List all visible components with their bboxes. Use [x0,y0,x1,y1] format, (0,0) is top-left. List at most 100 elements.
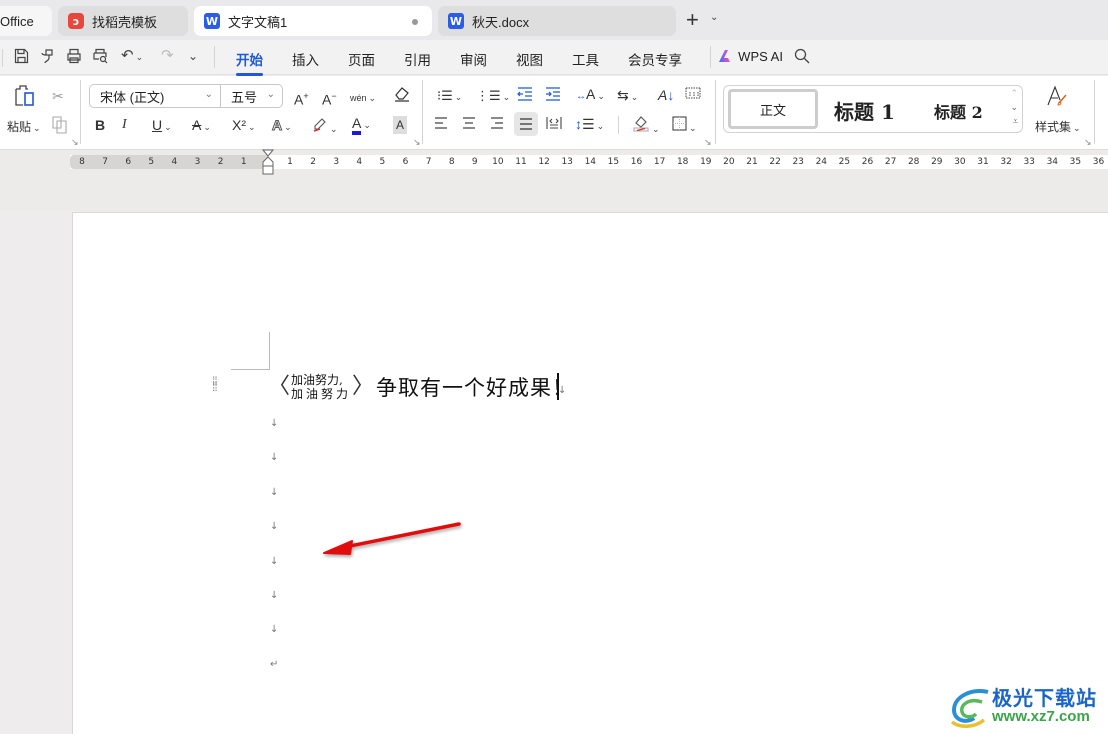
distributed-align-icon[interactable] [546,116,562,134]
copy-icon[interactable] [52,116,68,138]
style-set-icon[interactable] [1046,85,1068,111]
paragraph-mark-icon: ↓ [558,385,567,396]
phonetic-guide-button[interactable]: wén ⌄ [350,87,376,107]
increase-indent-icon[interactable] [545,86,561,106]
ruler-tick-label: 5 [379,157,386,167]
ruler-tick-label: 14 [584,157,597,167]
indent-marker-icon[interactable] [262,149,274,179]
text-direction-button[interactable]: ⇆ ⌄ [617,86,638,106]
strikethrough-button[interactable]: A ⌄ [192,116,211,136]
decrease-indent-icon[interactable] [517,86,533,106]
menu-membership[interactable]: 会员专享 [628,49,682,69]
menu-home[interactable]: 开始 [236,49,263,76]
text-effect-icon: A [271,117,283,134]
font-color-button[interactable]: A ⌄ [352,114,371,135]
clipboard-dialog-launcher-icon[interactable]: ↘ [71,137,79,148]
numbered-list-button[interactable]: ⋮☰ ⌄ [476,87,510,106]
format-painter-icon[interactable] [40,48,55,68]
print-preview-icon[interactable] [92,48,108,68]
print-icon[interactable] [66,48,82,68]
font-dialog-launcher-icon[interactable]: ↘ [413,137,421,148]
tab-label: Office [0,13,34,29]
justify-button-active[interactable] [514,112,538,136]
table-grid-icon[interactable] [685,86,701,104]
style-heading-1[interactable]: 标题 1 [834,96,895,125]
wps-writer-icon: W [204,13,220,29]
shrink-font-button[interactable]: A− [322,87,337,109]
tab-document-1[interactable]: W 文字文稿1 [194,6,432,36]
style-set-button[interactable]: 样式集 ⌄ [1035,118,1081,137]
highlight-button[interactable]: ⌄ [312,116,338,138]
style-heading-2[interactable]: 标题 2 [934,99,983,123]
font-name-value: 宋体 (正文) [100,89,165,105]
bullet-list-button[interactable]: ⁝☰ ⌄ [437,87,462,106]
menu-view[interactable]: 视图 [516,49,543,69]
page-corner-mark [231,369,270,370]
italic-button[interactable]: I [122,116,127,134]
ruler-tick-label: 28 [907,157,920,167]
styles-dialog-launcher-icon[interactable]: ↘ [1084,137,1092,148]
text-effect-button[interactable]: A ⌄ [271,116,291,136]
align-left-icon[interactable] [434,116,448,134]
styles-expand-icon[interactable]: ⩡ [1013,116,1018,127]
combined-characters[interactable]: 加油努力, 加油努力 [291,373,351,401]
tab-office[interactable]: Office [0,6,52,36]
wps-ai-button[interactable]: WPS AI [718,49,783,67]
paragraph-mark-icon: ↓ [270,624,279,636]
char-spacing-button[interactable]: ↔A ⌄ [576,85,605,106]
search-icon[interactable] [794,48,810,68]
paste-icon[interactable] [12,84,36,112]
cut-icon[interactable]: ✂ [52,87,64,105]
new-tab-plus-icon[interactable]: + [686,8,699,32]
paste-button[interactable]: 粘贴 ⌄ [7,118,41,137]
style-normal[interactable]: 正文 [728,89,818,129]
paragraph-1[interactable]: 〈 加油努力, 加油努力 〉 争取有一个好成果！ [268,372,574,402]
bold-button[interactable]: B [95,116,105,134]
superscript-button[interactable]: X² ⌄ [232,116,256,136]
menu-page[interactable]: 页面 [348,49,375,69]
ruler-tick-label: 32 [1000,157,1012,167]
shading-button[interactable]: ⌄ [632,114,660,138]
ruler-tick-label: 6 [125,157,132,167]
tab-label: 文字文稿1 [228,14,288,30]
styles-scroll-down-icon[interactable]: ⌄ [1010,102,1018,113]
underline-button[interactable]: U ⌄ [152,116,172,136]
char-shading-button[interactable]: A [393,116,408,134]
font-size-select[interactable]: 五号 ⌄ [220,84,283,108]
align-center-icon[interactable] [462,116,476,134]
tab-autumn-docx[interactable]: W 秋天.docx [438,6,676,36]
menu-references[interactable]: 引用 [404,49,431,69]
sort-button[interactable]: A↓ [658,86,674,104]
paragraph-dialog-launcher-icon[interactable]: ↘ [704,137,712,148]
watermark: 极光下载站 www.xz7.com [948,682,1108,732]
ruler-tick-label: 24 [815,157,828,167]
menu-tools[interactable]: 工具 [572,49,599,69]
more-quick-access-icon[interactable]: ⌄ [188,48,198,64]
document-page[interactable] [72,212,1108,734]
paragraph-drag-handle-icon[interactable]: ⁞⁞ ⁞⁞ [212,375,218,393]
ruler-tick-label: 1 [240,157,247,167]
borders-button[interactable]: ⌄ [672,116,697,137]
font-name-select[interactable]: 宋体 (正文) ⌄ [89,84,221,108]
line-spacing-button[interactable]: ↕☰ ⌄ [575,115,604,135]
menu-review[interactable]: 审阅 [460,49,487,69]
menu-insert[interactable]: 插入 [292,49,319,69]
styles-scroll-up-icon[interactable]: ⌃ [1010,88,1018,99]
align-right-icon[interactable] [490,116,504,134]
undo-icon[interactable]: ↶ ⌄ [121,48,143,65]
divider [710,46,711,68]
page-corner-mark [269,332,270,370]
ruler-tick-label: 26 [861,157,874,167]
new-tab-dropdown-icon[interactable]: ⌄ [710,12,718,23]
redo-icon[interactable]: ↷ [161,48,174,64]
justify-icon [520,118,532,130]
ruler-tick-label: 7 [102,157,108,167]
grow-font-button[interactable]: A+ [294,87,309,109]
clear-format-icon[interactable] [393,86,411,106]
ruler-tick-label: 33 [1023,157,1035,167]
save-icon[interactable] [14,48,29,68]
combined-chars-bracket-left: 〈 [268,374,291,399]
ruler-tick-label: 31 [977,157,989,167]
ruler-tick-label: 35 [1069,157,1082,167]
tab-docer-templates[interactable]: ↄ 找稻壳模板 [58,6,188,36]
